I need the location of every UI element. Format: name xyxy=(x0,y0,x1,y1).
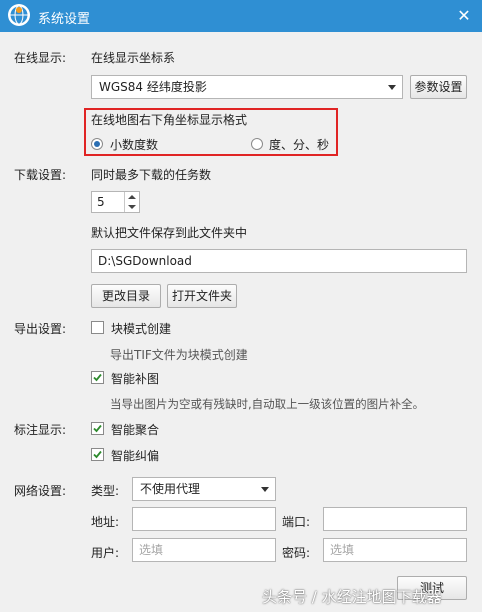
coord-system-value: WGS84 经纬度投影 xyxy=(99,80,207,94)
watermark: 头条号 / 水经注地图下载器 xyxy=(262,588,442,606)
export-section-label: 导出设置: xyxy=(14,322,67,336)
max-tasks-label: 同时最多下载的任务数 xyxy=(91,168,212,182)
close-button[interactable]: ✕ xyxy=(452,4,476,28)
chevron-down-icon xyxy=(388,85,396,90)
smart-correct-label: 智能纠偏 xyxy=(111,449,160,463)
change-directory-button[interactable]: 更改目录 xyxy=(91,284,161,308)
smart-correct-checkbox[interactable] xyxy=(91,448,104,461)
address-field[interactable] xyxy=(132,507,276,531)
chevron-down-icon[interactable] xyxy=(124,202,139,212)
online-display-section-label: 在线显示: xyxy=(14,51,67,65)
radio-decimal-degrees[interactable] xyxy=(91,138,103,150)
user-field[interactable]: 选填 xyxy=(132,538,276,562)
smart-merge-label: 智能聚合 xyxy=(111,423,160,437)
coord-system-select[interactable]: WGS84 经纬度投影 xyxy=(91,75,403,99)
save-folder-field[interactable]: D:\SGDownload xyxy=(91,249,467,273)
proxy-type-label: 类型: xyxy=(91,484,120,498)
window-title: 系统设置 xyxy=(38,12,91,27)
coord-system-label: 在线显示坐标系 xyxy=(91,51,176,65)
password-label: 密码: xyxy=(282,546,311,560)
block-mode-checkbox[interactable] xyxy=(91,321,104,334)
radio-dms-label: 度、分、秒 xyxy=(269,138,330,152)
smart-fill-label: 智能补图 xyxy=(111,372,160,386)
radio-decimal-degrees-label: 小数度数 xyxy=(110,138,159,152)
coord-format-label: 在线地图右下角坐标显示格式 xyxy=(91,113,248,127)
max-tasks-stepper[interactable]: 5 xyxy=(91,191,140,213)
checkmark-icon xyxy=(93,373,102,382)
open-folder-button[interactable]: 打开文件夹 xyxy=(167,284,237,308)
smart-merge-checkbox[interactable] xyxy=(91,422,104,435)
proxy-type-value: 不使用代理 xyxy=(140,482,201,496)
network-section-label: 网络设置: xyxy=(14,484,67,498)
chevron-down-icon xyxy=(261,487,269,492)
chevron-up-icon[interactable] xyxy=(124,192,139,202)
port-field[interactable] xyxy=(323,507,467,531)
user-label: 用户: xyxy=(91,546,120,560)
checkmark-icon xyxy=(93,450,102,459)
radio-dms[interactable] xyxy=(251,138,263,150)
globe-icon xyxy=(8,4,30,26)
download-section-label: 下载设置: xyxy=(14,168,67,182)
smart-fill-hint: 当导出图片为空或有残缺时,自动取上一级该位置的图片补全。 xyxy=(110,397,425,411)
param-settings-button[interactable]: 参数设置 xyxy=(410,75,467,99)
checkmark-icon xyxy=(93,424,102,433)
proxy-type-select[interactable]: 不使用代理 xyxy=(132,477,276,501)
title-bar: 系统设置 ✕ xyxy=(0,0,482,32)
address-label: 地址: xyxy=(91,515,120,529)
smart-fill-checkbox[interactable] xyxy=(91,371,104,384)
max-tasks-value: 5 xyxy=(97,195,105,209)
save-folder-label: 默认把文件保存到此文件夹中 xyxy=(91,226,248,240)
annotation-section-label: 标注显示: xyxy=(14,423,67,437)
block-mode-hint: 导出TIF文件为块模式创建 xyxy=(110,348,248,362)
block-mode-label: 块模式创建 xyxy=(111,322,172,336)
password-field[interactable]: 选填 xyxy=(323,538,467,562)
port-label: 端口: xyxy=(282,515,311,529)
